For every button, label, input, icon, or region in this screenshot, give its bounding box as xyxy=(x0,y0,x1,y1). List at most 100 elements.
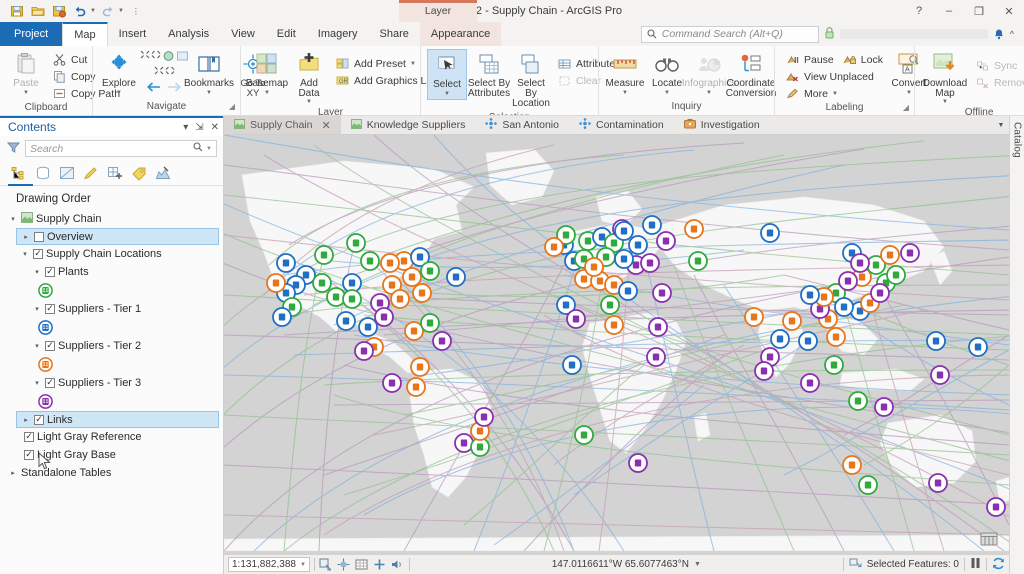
chevron-down-icon[interactable]: ▼ xyxy=(410,61,416,67)
tab-view[interactable]: View xyxy=(220,22,266,46)
previous-extent-icon[interactable] xyxy=(151,50,161,65)
map-tabs-overflow-icon[interactable]: ▼ xyxy=(993,116,1009,134)
twisty-icon[interactable]: ▾ xyxy=(8,215,18,223)
coordinate-conversion-button[interactable]: Coordinate Conversion xyxy=(731,49,771,101)
chevron-down-icon[interactable]: ▼ xyxy=(906,90,912,96)
list-by-snapping-icon[interactable] xyxy=(106,164,124,184)
command-search-input[interactable]: Command Search (Alt+Q) xyxy=(641,26,819,43)
remove-offline-button[interactable]: Remove xyxy=(971,74,1024,91)
map-scale-selector[interactable]: 1:131,882,388 ▼ xyxy=(228,557,310,572)
twisty-icon[interactable]: ▸ xyxy=(21,233,31,241)
redo-dropdown-caret[interactable]: ▼ xyxy=(118,8,124,14)
toc-item-links[interactable]: ▸ ✓ Links xyxy=(16,411,219,428)
chevron-down-icon[interactable]: ▼ xyxy=(23,90,29,96)
tab-map[interactable]: Map xyxy=(62,22,107,46)
toc-checkbox[interactable]: ✓ xyxy=(45,341,55,351)
paste-button[interactable]: Paste ▼ xyxy=(6,49,46,98)
twisty-icon[interactable]: ▸ xyxy=(8,469,18,477)
pause-drawing-button[interactable] xyxy=(970,557,981,572)
catalog-side-tab[interactable]: Catalog xyxy=(1009,116,1024,574)
chevron-down-icon[interactable]: ▼ xyxy=(264,90,270,96)
map-tab-knowledge-suppliers[interactable]: Knowledge Suppliers xyxy=(341,116,476,134)
maximize-button[interactable]: ❐ xyxy=(964,0,994,22)
map-tab-supply-chain[interactable]: Supply Chain ✕ xyxy=(224,116,341,134)
toc-item-standalone-tables[interactable]: ▸ Standalone Tables xyxy=(0,464,223,482)
bookmark-extent-icon[interactable] xyxy=(176,50,189,65)
help-button[interactable]: ? xyxy=(904,0,934,22)
next-extent-arrow-icon[interactable] xyxy=(167,81,182,96)
toc-item-overview[interactable]: ▸ Overview xyxy=(16,228,219,245)
toc-checkbox[interactable]: ✓ xyxy=(24,432,34,442)
download-map-button[interactable]: Download Map ▼ xyxy=(921,49,969,107)
tab-analysis[interactable]: Analysis xyxy=(157,22,220,46)
locate-button[interactable]: Locate ▼ xyxy=(647,49,687,98)
add-data-button[interactable]: Add Data ▼ xyxy=(289,49,329,107)
refresh-button[interactable] xyxy=(992,557,1005,573)
toc-checkbox[interactable]: ✓ xyxy=(45,304,55,314)
overflow-icon[interactable]: ⋮ xyxy=(132,7,140,16)
twisty-icon[interactable]: ▸ xyxy=(21,416,31,424)
toc-item-supply-chain-locations[interactable]: ▾ ✓ Supply Chain Locations xyxy=(0,245,223,263)
save-as-icon[interactable] xyxy=(50,2,68,20)
bookmarks-button[interactable]: Bookmarks ▼ xyxy=(189,49,229,98)
more-labeling-button[interactable]: More ▼ xyxy=(781,85,887,102)
toc-item-suppliers-tier-3[interactable]: ▾ ✓ Suppliers - Tier 3 xyxy=(0,374,223,392)
undo-icon[interactable] xyxy=(71,2,89,20)
map-tab-contamination[interactable]: Contamination xyxy=(569,116,674,134)
toc-item-suppliers-tier-2[interactable]: ▾ ✓ Suppliers - Tier 2 xyxy=(0,337,223,355)
chevron-down-icon[interactable]: ▼ xyxy=(942,99,948,105)
select-features-tool-icon[interactable] xyxy=(319,558,333,572)
save-icon[interactable] xyxy=(8,2,26,20)
twisty-icon[interactable]: ▾ xyxy=(20,250,30,258)
chevron-down-icon[interactable]: ▼ xyxy=(694,561,701,568)
chevron-down-icon[interactable]: ▼ xyxy=(832,91,838,97)
tab-imagery[interactable]: Imagery xyxy=(307,22,369,46)
zoom-out-icon[interactable] xyxy=(165,66,175,78)
chevron-down-icon[interactable]: ▼ xyxy=(444,91,450,97)
toc-item-light-gray-base[interactable]: ✓ Light Gray Base xyxy=(0,446,223,464)
undo-dropdown-caret[interactable]: ▼ xyxy=(90,8,96,14)
map-tab-investigation[interactable]: Investigation xyxy=(674,116,770,134)
zoom-full-icon[interactable] xyxy=(154,66,164,78)
chevron-down-icon[interactable]: ▼ xyxy=(706,90,712,96)
measure-button[interactable]: Measure ▼ xyxy=(605,49,645,98)
notifications-icon[interactable] xyxy=(988,28,1010,40)
labeling-dialog-launcher[interactable]: ◢ xyxy=(903,103,909,112)
select-by-location-button[interactable]: Select By Location xyxy=(511,49,551,112)
lock-labels-button[interactable]: Lock xyxy=(838,51,887,68)
toc-item-plants[interactable]: ▾ ✓ Plants xyxy=(0,263,223,281)
twisty-icon[interactable]: ▾ xyxy=(32,342,42,350)
circle-zoom-icon[interactable] xyxy=(162,50,175,65)
coordinate-display[interactable]: 147.0116611°W 65.6077463°N ▼ xyxy=(414,557,839,572)
chevron-down-icon[interactable]: ▼ xyxy=(206,90,212,96)
tab-appearance[interactable]: Appearance xyxy=(420,22,501,46)
tab-project[interactable]: Project xyxy=(0,22,62,46)
previous-extent-arrow-icon[interactable] xyxy=(146,81,161,96)
toc-item-supply-chain[interactable]: ▾ Supply Chain xyxy=(0,210,223,228)
chevron-down-icon[interactable]: ▼ xyxy=(622,90,628,96)
pause-labels-button[interactable]: Pause xyxy=(781,51,838,68)
chevron-down-icon[interactable]: ▼ xyxy=(300,562,306,568)
explore-tool-icon[interactable] xyxy=(337,558,351,572)
close-button[interactable]: ✕ xyxy=(994,0,1024,22)
chevron-down-icon[interactable]: ▼ xyxy=(116,90,122,96)
twisty-icon[interactable]: ▾ xyxy=(32,268,42,276)
basemap-button[interactable]: Basemap ▼ xyxy=(247,49,287,98)
collapse-ribbon-icon[interactable]: ^ xyxy=(1010,29,1020,39)
toc-checkbox[interactable]: ✓ xyxy=(34,415,44,425)
tab-insert[interactable]: Insert xyxy=(108,22,158,46)
contents-pin-button[interactable]: ⇲ xyxy=(195,122,203,133)
toc-item-light-gray-reference[interactable]: ✓ Light Gray Reference xyxy=(0,428,223,446)
list-by-diagram-icon[interactable] xyxy=(154,164,172,184)
attribute-table-tool-icon[interactable] xyxy=(355,558,369,572)
chevron-down-icon[interactable]: ▼ xyxy=(306,99,312,105)
fixed-zoom-in-icon[interactable] xyxy=(140,50,150,65)
map-tab-san-antonio[interactable]: San Antonio xyxy=(475,116,569,134)
infographics-button[interactable]: Infographics ▼ xyxy=(689,49,729,98)
tab-edit[interactable]: Edit xyxy=(266,22,307,46)
redo-icon[interactable] xyxy=(99,2,117,20)
list-by-drawing-order-icon[interactable] xyxy=(10,164,28,184)
close-icon[interactable]: ✕ xyxy=(321,119,330,132)
contents-search-input[interactable]: Search ▼ xyxy=(25,140,217,157)
list-by-editing-icon[interactable] xyxy=(82,164,100,184)
